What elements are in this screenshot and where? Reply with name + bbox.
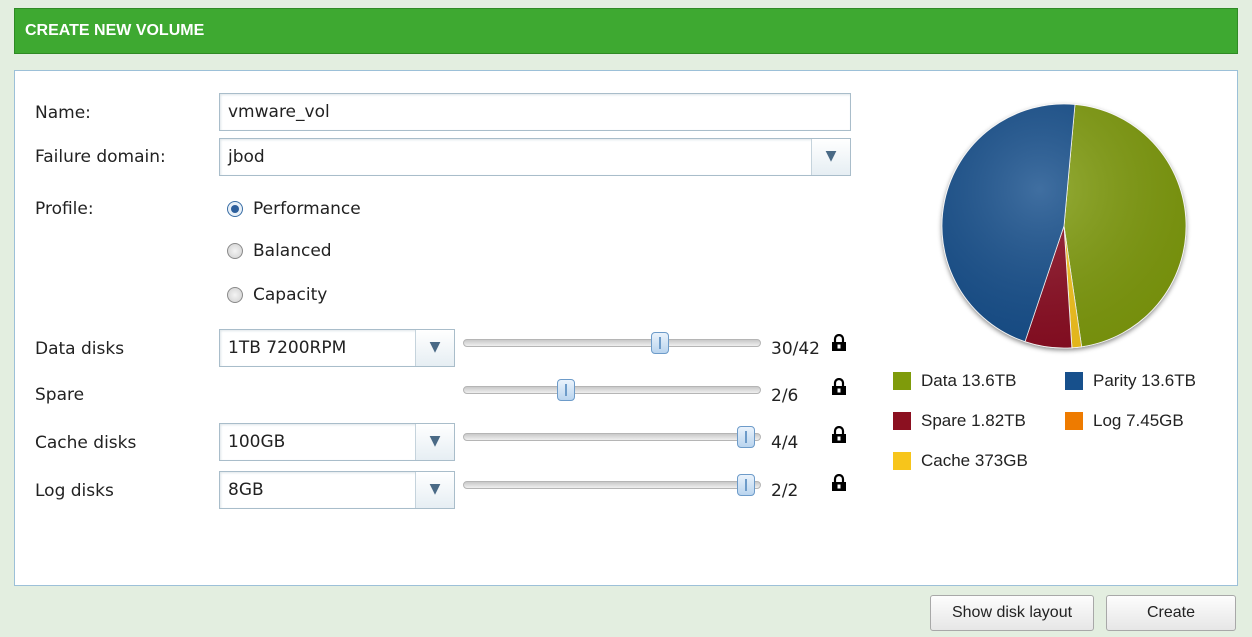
- lock-icon[interactable]: [831, 334, 847, 352]
- data-disks-slider-track[interactable]: [463, 339, 761, 347]
- spare-label: Spare: [35, 385, 85, 405]
- pie-slice-data: [1063, 104, 1187, 348]
- radio-checked-icon: [227, 201, 243, 217]
- legend-label: Spare 1.82TB: [921, 411, 1026, 430]
- show-disk-layout-button[interactable]: Show disk layout: [930, 595, 1094, 631]
- lock-icon[interactable]: [831, 378, 847, 396]
- dialog-titlebar: CREATE NEW VOLUME: [14, 8, 1238, 54]
- name-input[interactable]: vmware_vol: [219, 93, 851, 131]
- log-disks-slider-thumb[interactable]: [737, 474, 755, 496]
- profile-option-label: Balanced: [253, 241, 332, 261]
- legend-label: Parity 13.6TB: [1093, 371, 1196, 390]
- profile-label: Profile:: [35, 199, 94, 219]
- chevron-down-icon[interactable]: ▼: [415, 472, 454, 508]
- legend-label: Log 7.45GB: [1093, 411, 1184, 430]
- spare-slider-track[interactable]: [463, 386, 761, 394]
- chevron-down-icon[interactable]: ▼: [415, 330, 454, 366]
- legend-item-spare: Spare 1.82TB: [893, 411, 1026, 431]
- legend-swatch: [1065, 412, 1083, 430]
- profile-option-label: Capacity: [253, 285, 328, 305]
- log-disk-type-value: 8GB: [228, 480, 264, 500]
- legend-item-cache: Cache 373GB: [893, 451, 1028, 471]
- profile-radio-balanced[interactable]: Balanced: [227, 241, 332, 261]
- log-disks-slider-track[interactable]: [463, 481, 761, 489]
- log-disks-count: 2/2: [771, 481, 799, 501]
- lock-icon[interactable]: [831, 426, 847, 444]
- profile-radio-performance[interactable]: Performance: [227, 199, 361, 219]
- spare-slider-thumb[interactable]: [557, 379, 575, 401]
- cache-disks-slider-track[interactable]: [463, 433, 761, 441]
- data-disks-slider-thumb[interactable]: [651, 332, 669, 354]
- spare-count: 2/6: [771, 386, 799, 406]
- chevron-down-icon[interactable]: ▼: [415, 424, 454, 460]
- failure-domain-select[interactable]: jbod ▼: [219, 138, 851, 176]
- legend-swatch: [893, 452, 911, 470]
- cache-disk-type-value: 100GB: [228, 432, 286, 452]
- radio-unchecked-icon: [227, 287, 243, 303]
- failure-domain-label: Failure domain:: [35, 147, 166, 167]
- name-label: Name:: [35, 103, 91, 123]
- profile-radio-capacity[interactable]: Capacity: [227, 285, 327, 305]
- cache-disks-count: 4/4: [771, 433, 799, 453]
- legend-swatch: [893, 412, 911, 430]
- log-disk-type-select[interactable]: 8GB ▼: [219, 471, 455, 509]
- legend-label: Data 13.6TB: [921, 371, 1017, 390]
- data-disks-label: Data disks: [35, 339, 125, 359]
- data-disk-type-select[interactable]: 1TB 7200RPM ▼: [219, 329, 455, 367]
- log-disks-label: Log disks: [35, 481, 114, 501]
- legend-label: Cache 373GB: [921, 451, 1028, 470]
- cache-disks-slider-thumb[interactable]: [737, 426, 755, 448]
- radio-unchecked-icon: [227, 243, 243, 259]
- cache-disk-type-select[interactable]: 100GB ▼: [219, 423, 455, 461]
- capacity-pie-chart: [941, 103, 1187, 349]
- chevron-down-icon[interactable]: ▼: [811, 139, 850, 175]
- dialog-title: CREATE NEW VOLUME: [25, 22, 205, 39]
- failure-domain-value: jbod: [228, 147, 265, 167]
- data-disk-type-value: 1TB 7200RPM: [228, 338, 347, 358]
- data-disks-count: 30/42: [771, 339, 820, 359]
- create-button[interactable]: Create: [1106, 595, 1236, 631]
- cache-disks-label: Cache disks: [35, 433, 137, 453]
- volume-form-panel: Name: vmware_vol Failure domain: jbod ▼ …: [14, 70, 1238, 586]
- legend-item-parity: Parity 13.6TB: [1065, 371, 1196, 391]
- legend-swatch: [1065, 372, 1083, 390]
- legend-item-data: Data 13.6TB: [893, 371, 1016, 391]
- profile-option-label: Performance: [253, 199, 361, 219]
- lock-icon[interactable]: [831, 474, 847, 492]
- legend-item-log: Log 7.45GB: [1065, 411, 1184, 431]
- legend-swatch: [893, 372, 911, 390]
